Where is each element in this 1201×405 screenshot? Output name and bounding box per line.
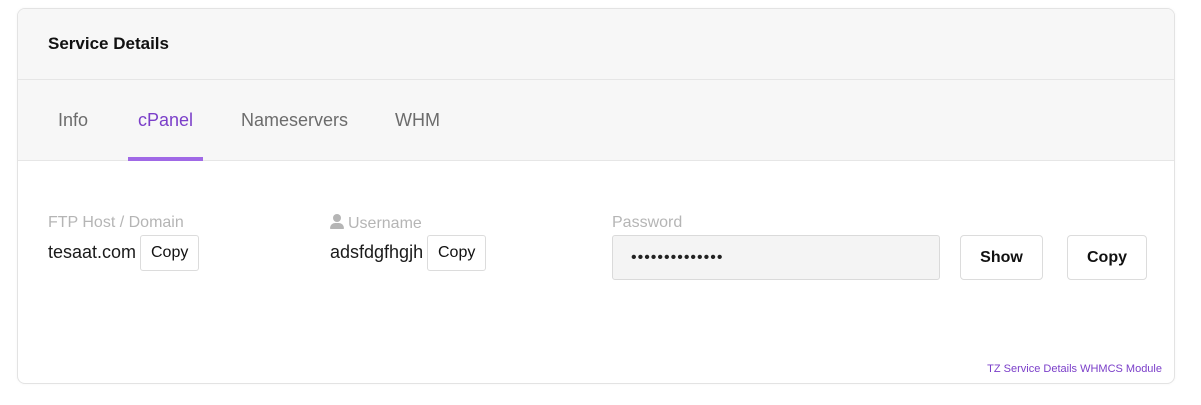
card-header: Service Details <box>18 9 1174 80</box>
ftp-host-copy-button[interactable]: Copy <box>140 235 200 271</box>
password-show-button[interactable]: Show <box>960 235 1043 280</box>
tabs-bar: Info cPanel Nameservers WHM <box>18 80 1174 161</box>
username-label: Username <box>348 215 422 232</box>
password-input[interactable] <box>612 235 940 280</box>
ftp-host-label: FTP Host / Domain <box>48 214 184 231</box>
username-copy-button[interactable]: Copy <box>427 235 487 271</box>
service-details-card: Service Details Info cPanel Nameservers … <box>17 8 1175 384</box>
password-copy-button[interactable]: Copy <box>1067 235 1147 280</box>
tab-info[interactable]: Info <box>48 80 98 160</box>
tab-whm[interactable]: WHM <box>385 80 450 160</box>
module-credit-link[interactable]: TZ Service Details WHMCS Module <box>987 363 1162 375</box>
tab-nameservers[interactable]: Nameservers <box>231 80 358 160</box>
ftp-host-value: tesaat.com <box>48 242 137 262</box>
username-label-group: Username <box>330 214 422 233</box>
tab-cpanel[interactable]: cPanel <box>128 80 204 161</box>
password-label: Password <box>612 214 683 231</box>
card-title: Service Details <box>48 34 169 53</box>
user-icon <box>330 214 344 229</box>
username-value: adsfdgfhgjh <box>330 242 424 262</box>
